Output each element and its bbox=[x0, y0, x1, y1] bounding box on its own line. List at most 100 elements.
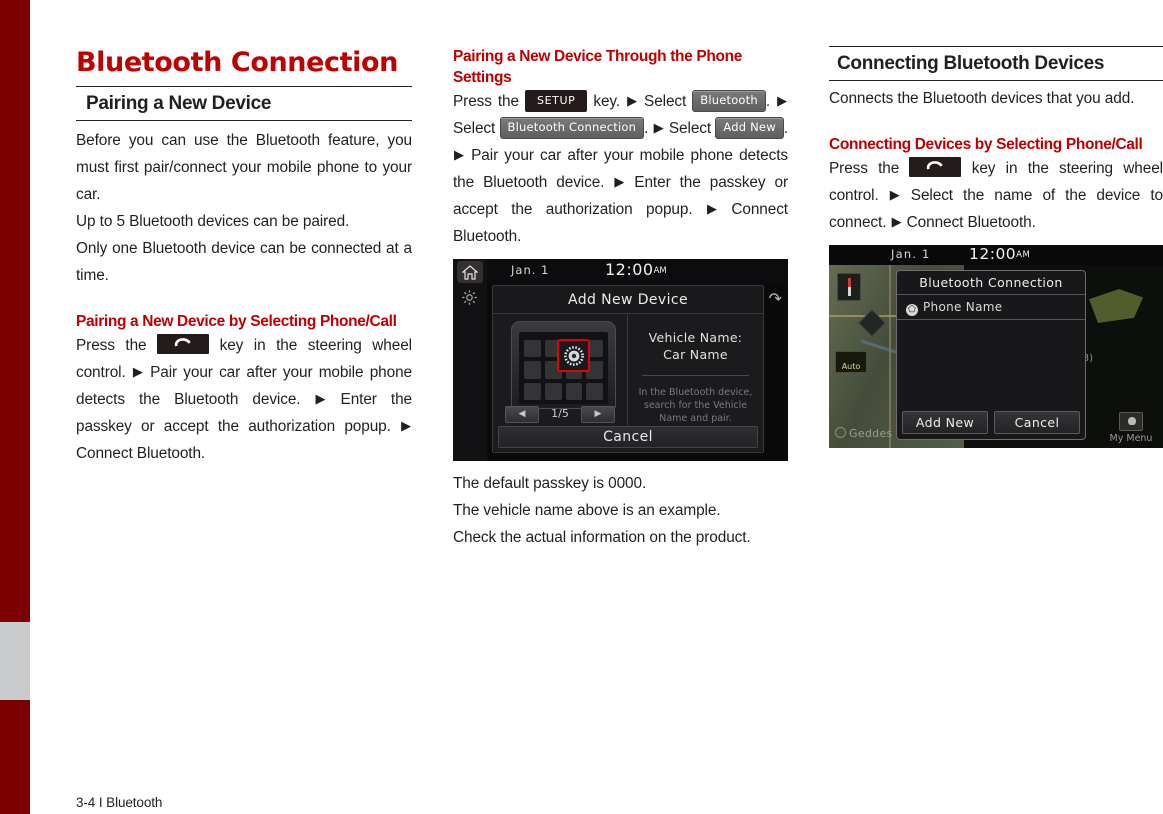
dialog-title: Bluetooth Connection bbox=[897, 271, 1085, 295]
step-text-3: Select bbox=[638, 93, 693, 110]
cancel-button[interactable]: Cancel bbox=[498, 426, 758, 448]
arrow-icon: ▶ bbox=[454, 147, 464, 162]
status-date: Jan. 1 bbox=[511, 263, 550, 277]
step-text-2: key. bbox=[587, 93, 627, 110]
status-time-value: 12:00 bbox=[969, 245, 1017, 263]
step-text-1: Press the bbox=[453, 93, 525, 110]
caption-line-3: Check the actual information on the prod… bbox=[453, 529, 751, 546]
map-road bbox=[889, 263, 891, 448]
street-marker-icon bbox=[835, 427, 846, 438]
status-time-ampm: AM bbox=[1016, 250, 1031, 260]
col1-steps: Press the key in the steering wheel cont… bbox=[76, 332, 412, 467]
page-title: Bluetooth Connection bbox=[76, 47, 398, 78]
chip-bluetooth[interactable]: Bluetooth bbox=[692, 89, 766, 112]
edge-bar-segment-top bbox=[0, 0, 30, 622]
step-text-7: Select bbox=[664, 120, 716, 137]
step-text-4: Connect Bluetooth. bbox=[902, 214, 1036, 231]
map-street-label-text: Geddes bbox=[849, 427, 893, 440]
intro-paragraph-3: Only one Bluetooth device can be connect… bbox=[76, 240, 412, 284]
arrow-icon: ▶ bbox=[777, 93, 787, 108]
step-text-6: . bbox=[644, 120, 653, 137]
arrow-icon: ▶ bbox=[132, 364, 143, 379]
auto-zoom-badge[interactable]: Auto bbox=[835, 351, 867, 373]
column-two: Pairing a New Device Through the Phone S… bbox=[453, 46, 788, 551]
cancel-button[interactable]: Cancel bbox=[994, 411, 1080, 434]
step-text-5: Select bbox=[453, 120, 500, 137]
column-three: Connecting Bluetooth Devices Connects th… bbox=[829, 46, 1163, 448]
app-icon bbox=[524, 340, 541, 358]
chip-bluetooth-connection[interactable]: Bluetooth Connection bbox=[499, 116, 645, 139]
subheading-pairing-phone-settings: Pairing a New Device Through the Phone S… bbox=[453, 48, 743, 86]
dialog-buttons: Add New Cancel bbox=[902, 411, 1080, 434]
step-text-1: Press the bbox=[76, 337, 158, 354]
arrow-icon: ▶ bbox=[614, 174, 625, 189]
panel-title: Add New Device bbox=[493, 286, 763, 314]
arrow-icon: ▶ bbox=[706, 201, 717, 216]
arrow-icon: ▶ bbox=[889, 187, 900, 202]
phone-call-key-icon bbox=[909, 156, 962, 177]
phone-call-key-icon bbox=[157, 333, 210, 354]
column-one: Bluetooth Connection Pairing a New Devic… bbox=[76, 46, 412, 467]
vehicle-name-value: Car Name bbox=[663, 347, 728, 362]
edge-bar-segment-current bbox=[0, 622, 30, 700]
caption-line-1: The default passkey is 0000. bbox=[453, 475, 647, 492]
col2-steps: Press the SETUP key. ▶ Select Bluetooth.… bbox=[453, 88, 788, 250]
edge-tab-bar bbox=[0, 0, 30, 814]
panel-info: Vehicle Name: Car Name In the Bluetooth … bbox=[628, 315, 763, 426]
gear-icon[interactable] bbox=[461, 289, 478, 310]
bluetooth-icon: ⬠ bbox=[906, 304, 918, 316]
step-text-1: Press the bbox=[829, 160, 910, 177]
screenshot-add-new-device: Jan. 1 12:00AM ↷ Add New Device ◀ 1/5 ▶ … bbox=[453, 259, 788, 461]
divider bbox=[642, 375, 749, 376]
settings-gear-highlight-icon[interactable] bbox=[557, 339, 590, 372]
map-park-area bbox=[1089, 289, 1143, 323]
next-page-button[interactable]: ▶ bbox=[581, 406, 615, 423]
col3-steps: Press the key in the steering wheel cont… bbox=[829, 155, 1163, 236]
my-menu-icon bbox=[1119, 412, 1143, 431]
app-icon bbox=[565, 382, 583, 400]
panel-body: ◀ 1/5 ▶ Vehicle Name: Car Name In the Bl… bbox=[493, 315, 763, 426]
chip-add-new[interactable]: Add New bbox=[715, 116, 784, 139]
subheading-connecting-phone-call: Connecting Devices by Selecting Phone/Ca… bbox=[829, 136, 1143, 153]
intro-paragraph-1: Before you can use the Bluetooth feature… bbox=[76, 132, 412, 203]
app-icon bbox=[524, 382, 541, 400]
status-time: 12:00AM bbox=[605, 260, 667, 279]
arrow-icon: ▶ bbox=[315, 391, 326, 406]
app-icon bbox=[544, 382, 562, 400]
device-name-label: Phone Name bbox=[923, 300, 1003, 314]
caption-line-2: The vehicle name above is an example. bbox=[453, 502, 721, 519]
status-time: 12:00AM bbox=[969, 245, 1030, 263]
map-street-label: Geddes bbox=[835, 427, 893, 440]
home-icon[interactable] bbox=[457, 261, 483, 283]
device-list-item[interactable]: ⬠ Phone Name bbox=[897, 295, 1085, 320]
step-text-8: . bbox=[783, 120, 788, 137]
step-text-5: Connect Bluetooth. bbox=[76, 445, 206, 462]
auto-zoom-label: Auto bbox=[841, 362, 861, 371]
connecting-intro: Connects the Bluetooth devices that you … bbox=[829, 90, 1135, 107]
my-menu-button[interactable]: My Menu bbox=[1105, 412, 1157, 444]
intro-paragraph-2: Up to 5 Bluetooth devices can be paired. bbox=[76, 213, 350, 230]
page-footer: 3-4 I Bluetooth bbox=[76, 795, 163, 810]
app-icon bbox=[586, 382, 603, 400]
add-new-device-panel: Add New Device ◀ 1/5 ▶ Vehicle Name: Car… bbox=[492, 285, 764, 453]
manual-page: Bluetooth Connection Pairing a New Devic… bbox=[0, 0, 1163, 814]
back-icon[interactable]: ↷ bbox=[769, 289, 782, 308]
pairing-hint-text: In the Bluetooth device, search for the … bbox=[638, 387, 753, 424]
content-columns: Bluetooth Connection Pairing a New Devic… bbox=[76, 46, 1163, 776]
arrow-icon: ▶ bbox=[653, 120, 664, 135]
my-menu-label: My Menu bbox=[1109, 433, 1153, 444]
screenshot-bluetooth-connection: Jan. 1 12:00AM Auto Geddes ('03) My Menu… bbox=[829, 245, 1163, 448]
compass-icon[interactable] bbox=[837, 273, 861, 301]
vehicle-name-label: Vehicle Name: bbox=[648, 330, 743, 345]
illustration-pager: ◀ 1/5 ▶ bbox=[503, 406, 617, 424]
status-time-value: 12:00 bbox=[605, 260, 654, 279]
arrow-icon: ▶ bbox=[401, 418, 411, 433]
status-date: Jan. 1 bbox=[891, 247, 931, 261]
section-heading-pairing: Pairing a New Device bbox=[76, 86, 412, 121]
arrow-icon: ▶ bbox=[627, 93, 637, 108]
status-time-ampm: AM bbox=[653, 266, 667, 276]
bluetooth-connection-dialog: Bluetooth Connection ⬠ Phone Name Add New… bbox=[896, 270, 1086, 440]
app-icon bbox=[524, 361, 541, 379]
chip-setup-key[interactable]: SETUP bbox=[525, 89, 588, 112]
add-new-button[interactable]: Add New bbox=[902, 411, 988, 434]
